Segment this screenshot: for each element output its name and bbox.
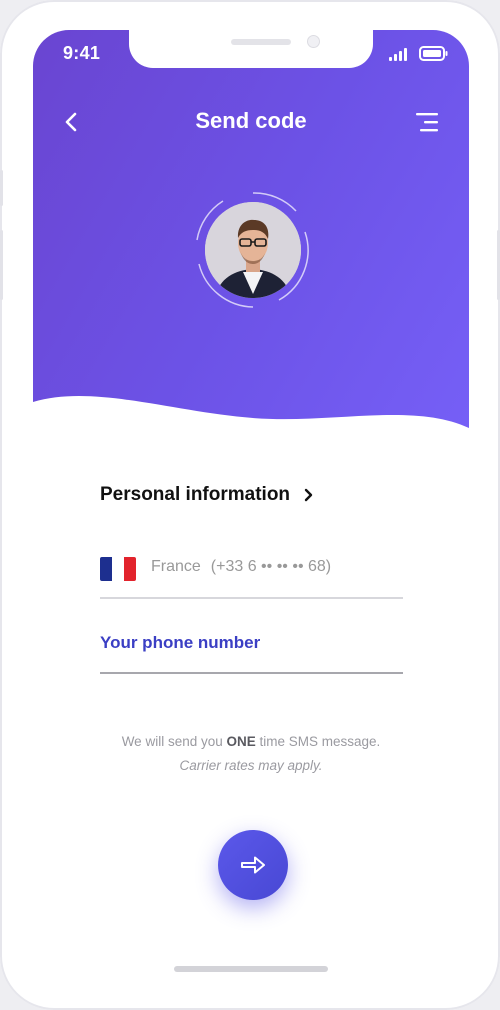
notch: [129, 30, 373, 68]
phone-underline: [100, 672, 403, 674]
arrow-right-icon: [241, 856, 265, 874]
avatar[interactable]: [193, 190, 313, 310]
user-avatar: [205, 202, 301, 298]
note-suffix: time SMS message.: [255, 734, 381, 749]
side-button: [0, 170, 3, 206]
sms-notice: We will send you ONE time SMS message. C…: [33, 730, 469, 778]
menu-icon: [416, 113, 438, 132]
battery-icon: [419, 46, 448, 61]
user-photo-icon: [205, 202, 301, 298]
page-title: Send code: [195, 108, 307, 133]
signal-icon: [389, 47, 407, 61]
sms-notice-line2: Carrier rates may apply.: [179, 758, 323, 773]
send-code-button[interactable]: [218, 830, 288, 900]
note-prefix: We will send you: [121, 734, 227, 749]
phone-number-input[interactable]: [100, 628, 403, 658]
country-label: France (+33 6 •• •• •• 68): [151, 558, 331, 576]
home-indicator[interactable]: [174, 966, 328, 972]
camera: [307, 35, 320, 48]
screen: 9:41 Send code Personal information Fran…: [33, 30, 469, 990]
note-bold: ONE: [226, 734, 256, 749]
speaker: [231, 39, 291, 45]
header-wave: [33, 396, 469, 470]
side-button: [0, 230, 3, 300]
country-underline: [100, 597, 403, 599]
section-title-text: Personal information: [100, 484, 291, 505]
chevron-right-icon: [304, 488, 313, 502]
status-time: 9:41: [63, 43, 101, 63]
sms-notice-line1: We will send you ONE time SMS message.: [33, 730, 469, 754]
country-name: France: [151, 558, 201, 575]
country-code-hint: (+33 6 •• •• •• 68): [210, 558, 332, 575]
status-icons: [389, 46, 449, 61]
phone-frame: 9:41 Send code Personal information Fran…: [0, 0, 500, 1010]
personal-information-link[interactable]: Personal information: [100, 484, 314, 506]
menu-button[interactable]: [416, 112, 440, 132]
country-selector[interactable]: France (+33 6 •• •• •• 68): [100, 554, 403, 598]
france-flag-icon: [100, 557, 136, 581]
